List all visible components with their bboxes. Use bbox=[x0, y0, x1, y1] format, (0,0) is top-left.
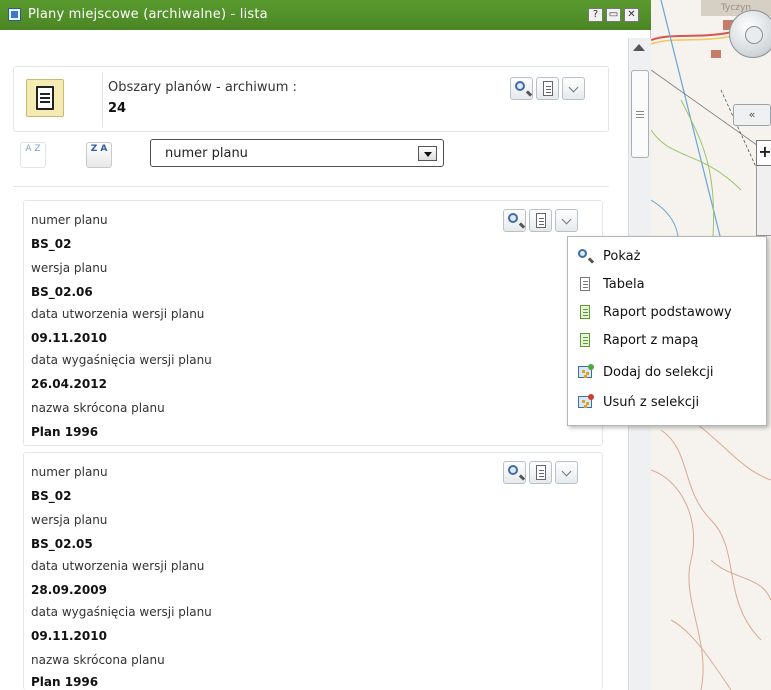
wersja-value: BS_02.06 bbox=[31, 285, 93, 299]
sort-ascending-icon: A Z bbox=[25, 144, 41, 154]
more-dropdown-button[interactable] bbox=[562, 77, 585, 100]
panel-titlebar[interactable]: Plany miejscowe (archiwalne) - lista ? ▭… bbox=[0, 0, 651, 30]
record-actions bbox=[503, 461, 578, 484]
dropdown-arrow-icon[interactable] bbox=[418, 146, 437, 161]
menu-item-label: Tabela bbox=[603, 277, 645, 292]
table-icon bbox=[536, 213, 546, 228]
help-button[interactable]: ? bbox=[588, 8, 603, 22]
chevron-down-icon bbox=[561, 214, 572, 225]
report-icon bbox=[577, 304, 593, 320]
restore-button[interactable]: ▭ bbox=[606, 8, 621, 22]
magnifier-icon bbox=[515, 81, 525, 91]
document-tile[interactable] bbox=[26, 79, 64, 117]
chevron-down-icon bbox=[561, 466, 572, 477]
data-wygasniecia-label: data wygaśnięcia wersji planu bbox=[31, 353, 212, 367]
sort-ascending-button[interactable]: A Z bbox=[20, 142, 46, 168]
record-context-menu: Pokaż Tabela Raport podstawowy Raport z … bbox=[567, 236, 767, 426]
more-dropdown-button[interactable] bbox=[555, 461, 578, 484]
summary-label: Obszary planów - archiwum : bbox=[108, 80, 297, 95]
more-dropdown-button[interactable] bbox=[555, 209, 578, 232]
divider bbox=[102, 73, 103, 127]
nazwa-value: Plan 1996 bbox=[31, 425, 99, 439]
zoom-to-button[interactable] bbox=[503, 209, 526, 232]
wersja-label: wersja planu bbox=[31, 513, 108, 527]
menu-item-label: Usuń z selekcji bbox=[603, 395, 700, 410]
menu-item-raport-z-mapa[interactable]: Raport z mapą bbox=[568, 329, 766, 353]
nazwa-value: Plan 1996 bbox=[31, 675, 99, 689]
data-utworzenia-label: data utworzenia wersji planu bbox=[31, 307, 205, 321]
plans-list-panel: Plany miejscowe (archiwalne) - lista ? ▭… bbox=[0, 0, 651, 690]
menu-item-label: Pokaż bbox=[603, 249, 641, 264]
table-icon bbox=[577, 276, 593, 292]
close-button[interactable]: ✕ bbox=[624, 8, 639, 22]
menu-item-tabela[interactable]: Tabela bbox=[568, 273, 766, 297]
document-icon bbox=[36, 86, 54, 110]
menu-item-usun-z-selekcji[interactable]: Usuń z selekcji bbox=[568, 391, 766, 415]
table-icon bbox=[536, 465, 546, 480]
menu-item-label: Raport podstawowy bbox=[603, 305, 732, 320]
record-card[interactable]: numer planu BS_02 wersja planu BS_02.05 … bbox=[23, 452, 603, 690]
nazwa-label: nazwa skrócona planu bbox=[31, 653, 165, 667]
data-wygasniecia-label: data wygaśnięcia wersji planu bbox=[31, 605, 212, 619]
record-card[interactable]: numer planu BS_02 wersja planu BS_02.06 … bbox=[23, 200, 603, 446]
data-utworzenia-label: data utworzenia wersji planu bbox=[31, 559, 205, 573]
map-report-icon bbox=[577, 332, 593, 348]
menu-item-raport-podstawowy[interactable]: Raport podstawowy bbox=[568, 301, 766, 325]
scroll-thumb[interactable] bbox=[631, 70, 649, 158]
menu-item-pokaz[interactable]: Pokaż bbox=[568, 245, 766, 269]
table-icon bbox=[543, 81, 553, 96]
magnifier-icon bbox=[577, 248, 593, 264]
pan-compass-control[interactable] bbox=[729, 10, 771, 58]
separator bbox=[13, 186, 609, 187]
magnifier-icon bbox=[508, 465, 518, 475]
menu-item-label: Dodaj do selekcji bbox=[603, 365, 714, 380]
numer-planu-value: BS_02 bbox=[31, 489, 72, 503]
nazwa-label: nazwa skrócona planu bbox=[31, 401, 165, 415]
summary-actions bbox=[510, 77, 585, 100]
remove-selection-icon bbox=[577, 394, 594, 410]
magnifier-icon bbox=[508, 213, 518, 223]
menu-item-label: Raport z mapą bbox=[603, 333, 699, 348]
numer-planu-label: numer planu bbox=[31, 213, 108, 227]
record-actions bbox=[503, 209, 578, 232]
data-utworzenia-value: 09.11.2010 bbox=[31, 331, 107, 345]
add-selection-icon bbox=[577, 364, 594, 380]
data-wygasniecia-value: 26.04.2012 bbox=[31, 377, 107, 391]
summary-box: Obszary planów - archiwum : 24 bbox=[13, 66, 609, 132]
zoom-slider[interactable] bbox=[756, 166, 771, 236]
sort-descending-button[interactable]: Z A bbox=[86, 142, 112, 168]
table-button[interactable] bbox=[536, 77, 559, 100]
window-icon bbox=[8, 8, 21, 21]
wersja-label: wersja planu bbox=[31, 261, 108, 275]
zoom-to-button[interactable] bbox=[503, 461, 526, 484]
summary-count: 24 bbox=[108, 101, 127, 116]
panel-title: Plany miejscowe (archiwalne) - lista bbox=[28, 7, 268, 22]
grip-icon bbox=[636, 111, 644, 112]
chevron-down-icon bbox=[568, 82, 579, 93]
table-button[interactable] bbox=[529, 461, 552, 484]
sort-descending-icon: Z A bbox=[90, 144, 108, 154]
collapse-panel-button[interactable]: « bbox=[733, 104, 771, 126]
data-wygasniecia-value: 09.11.2010 bbox=[31, 629, 107, 643]
data-utworzenia-value: 28.09.2009 bbox=[31, 583, 107, 597]
scroll-up-arrow-icon[interactable] bbox=[633, 44, 645, 51]
table-button[interactable] bbox=[529, 209, 552, 232]
menu-item-dodaj-do-selekcji[interactable]: Dodaj do selekcji bbox=[568, 361, 766, 385]
sort-field-value: numer planu bbox=[165, 146, 248, 161]
pan-center[interactable] bbox=[745, 26, 763, 44]
wersja-value: BS_02.05 bbox=[31, 537, 93, 551]
numer-planu-value: BS_02 bbox=[31, 237, 72, 251]
zoom-in-button[interactable]: + bbox=[756, 140, 771, 166]
zoom-to-button[interactable] bbox=[510, 77, 533, 100]
numer-planu-label: numer planu bbox=[31, 465, 108, 479]
sort-field-select[interactable]: numer planu bbox=[150, 139, 444, 167]
